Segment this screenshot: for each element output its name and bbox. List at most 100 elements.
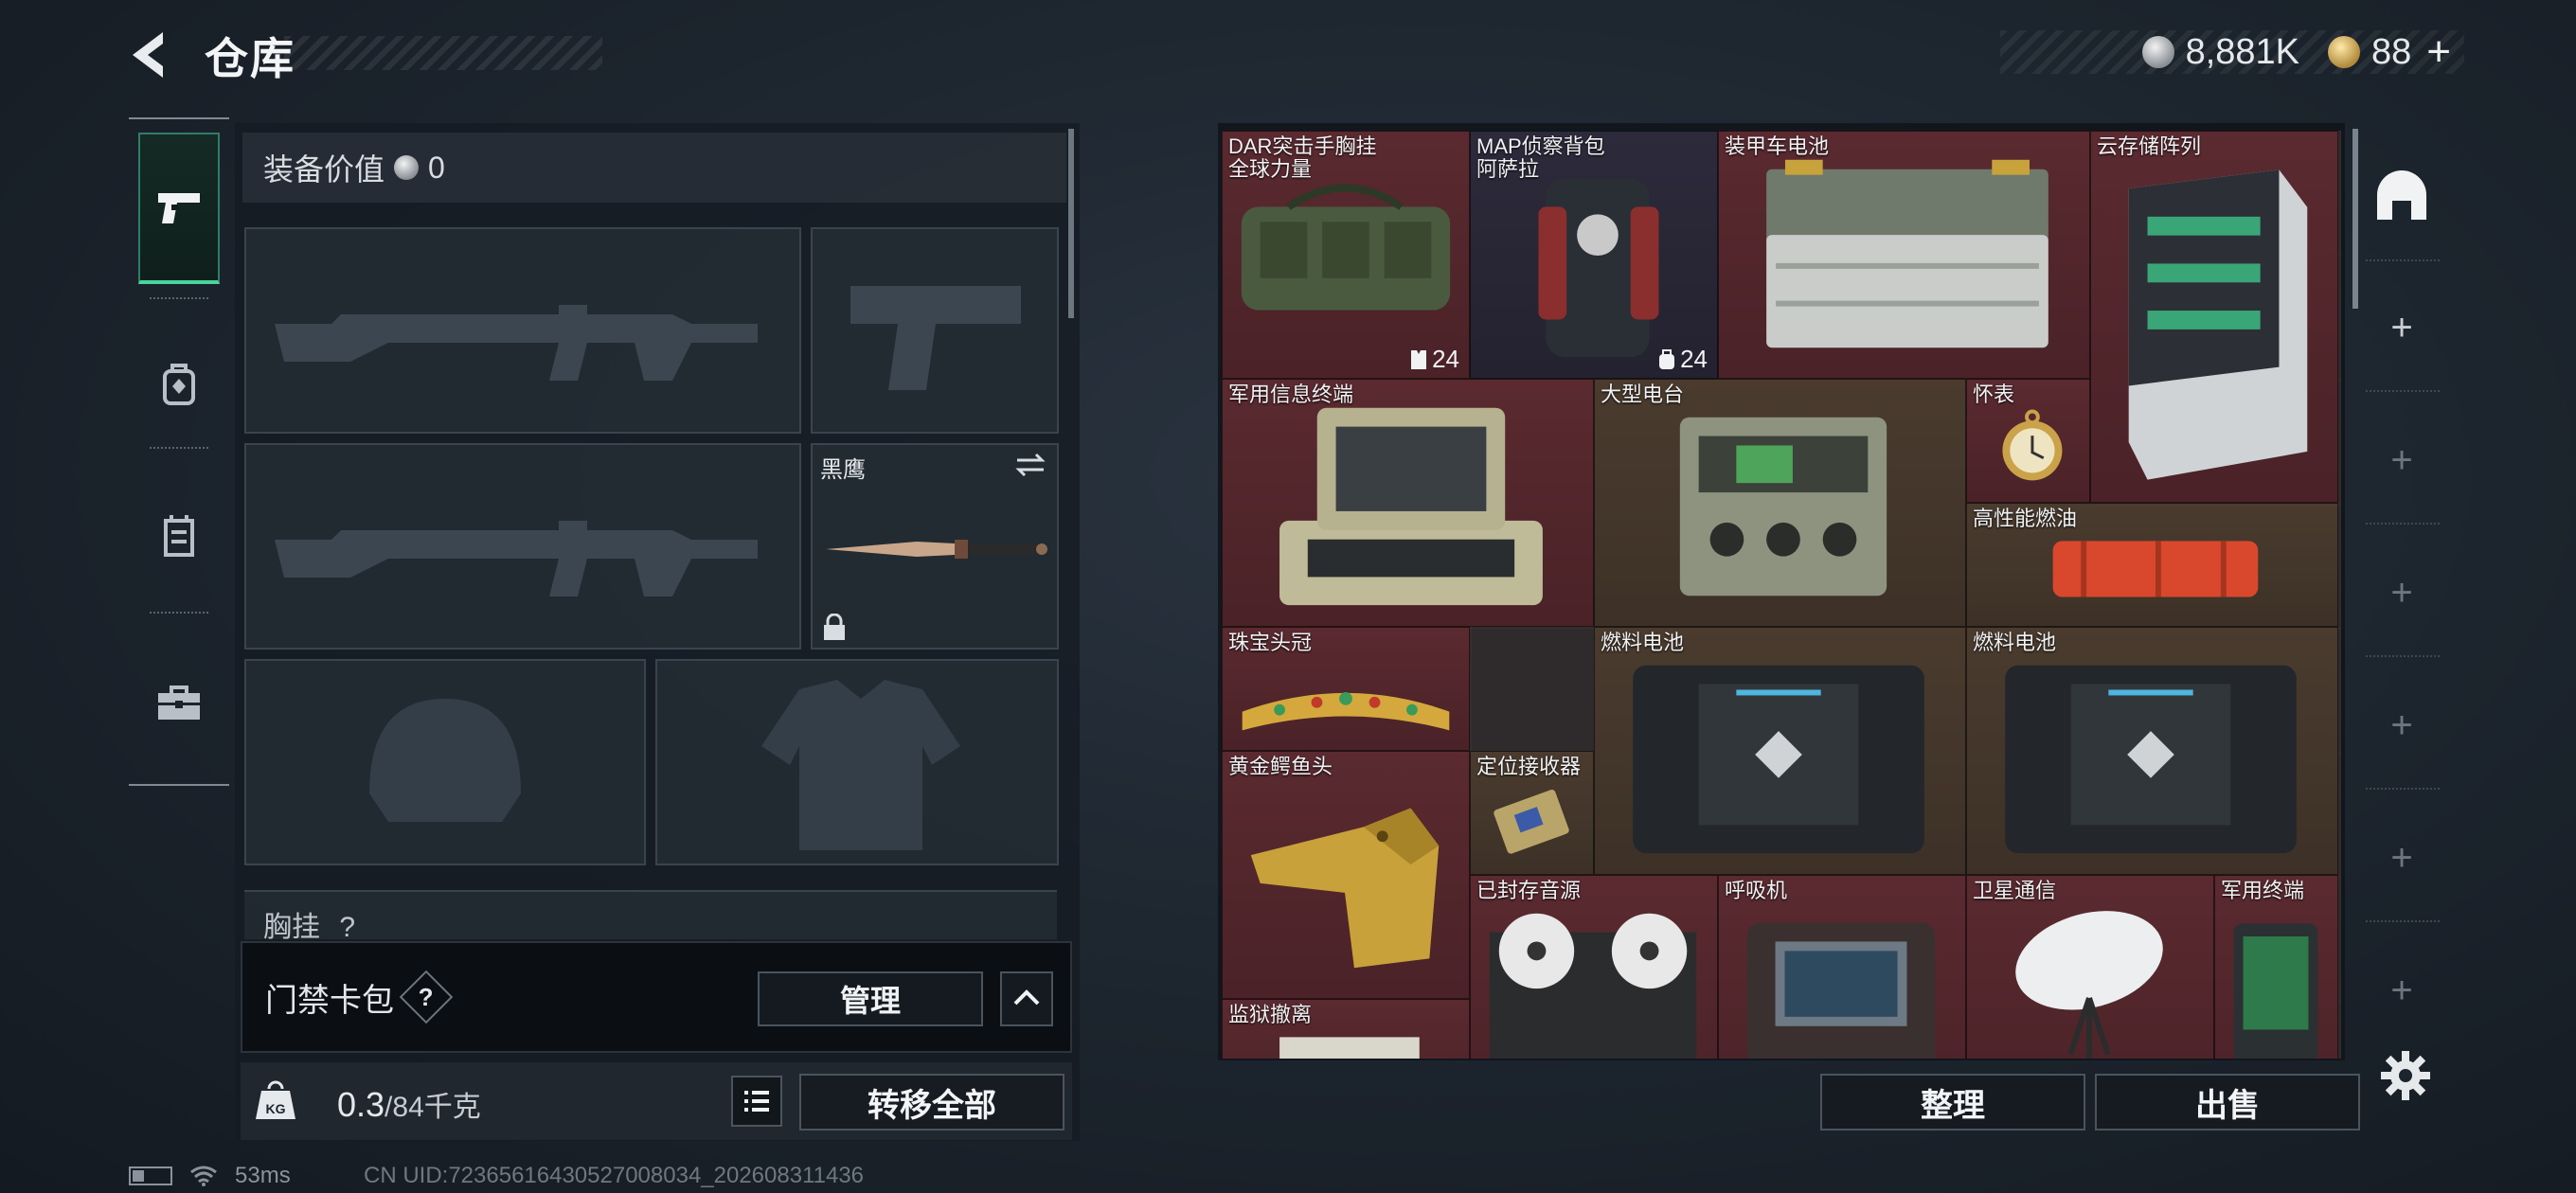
transfer-all-button[interactable]: 转移全部: [799, 1074, 1064, 1131]
weight-max: /84千克: [385, 1092, 481, 1123]
item-pocket-watch[interactable]: 怀表: [1966, 379, 2090, 503]
tab-weapons[interactable]: [138, 133, 220, 284]
weight-current: 0.3: [337, 1085, 385, 1124]
item-map-recon-backpack[interactable]: MAP侦察背包 阿萨拉 24: [1470, 131, 1718, 379]
fuel-cell-image: [2005, 665, 2297, 854]
svg-text:KG: KG: [266, 1101, 286, 1116]
add-storage-tab-button[interactable]: +: [2373, 829, 2430, 886]
user-uid: CN UID:72365616430527008034_202608311436: [364, 1163, 865, 1188]
equip-value-label: 装备价值: [263, 152, 385, 187]
vest-icon: [1411, 349, 1427, 369]
sell-button[interactable]: 出售: [2095, 1074, 2360, 1131]
item-large-radio[interactable]: 大型电台: [1594, 379, 1966, 627]
melee-weapon-slot[interactable]: 黑鹰: [811, 443, 1059, 650]
item-jewel-crown[interactable]: 珠宝头冠: [1222, 627, 1470, 751]
item-ventilator[interactable]: 呼吸机: [1718, 875, 1966, 1059]
currency-bar: 8,881K 88 +: [2000, 28, 2464, 76]
primary-weapon-slot-1[interactable]: [244, 227, 801, 434]
warehouse-scrollbar[interactable]: [2352, 129, 2358, 309]
item-dar-chest-rig[interactable]: DAR突击手胸挂 全球力量 24: [1222, 131, 1470, 379]
fuel-cell-image: [1633, 665, 1924, 854]
rifle-silhouette-icon: [275, 305, 758, 381]
pistol-icon: [158, 193, 200, 223]
vest-icon: [164, 515, 194, 557]
item-satellite-communication[interactable]: 卫星通信: [1966, 875, 2214, 1059]
silver-coin-icon: [2141, 36, 2174, 68]
list-icon: [744, 1091, 769, 1112]
add-storage-tab-button[interactable]: +: [2373, 299, 2430, 356]
title-decoration: [284, 36, 602, 70]
wifi-icon: [190, 1166, 217, 1186]
satellite-dish-image: [2015, 911, 2163, 1059]
page-title: 仓库: [205, 34, 295, 83]
helmet-slot[interactable]: [244, 659, 646, 865]
back-button[interactable]: [125, 28, 172, 81]
item-fuel-cell-2[interactable]: 燃料电池: [1966, 627, 2338, 875]
chest-rig-slot-row[interactable]: 胸挂 ?: [244, 890, 1057, 943]
handheld-terminal-image: [2233, 923, 2318, 1059]
category-tab-rail: [129, 117, 229, 786]
chest-rig-label: 胸挂: [263, 912, 320, 943]
item-military-terminal[interactable]: 军用终端: [2214, 875, 2338, 1059]
knife-icon: [826, 540, 1047, 559]
ventilator-image: [1746, 922, 1936, 1059]
warehouse-icon: [2377, 170, 2426, 220]
item-positioning-receiver[interactable]: 定位接收器: [1470, 751, 1594, 875]
secondary-weapon-slot[interactable]: [811, 227, 1059, 434]
equip-value: 0: [428, 150, 445, 185]
tab-vest[interactable]: [138, 460, 220, 612]
item-fuel-cell-1[interactable]: 燃料电池: [1594, 627, 1966, 875]
tab-backpack[interactable]: [138, 309, 220, 460]
add-storage-tab-button[interactable]: +: [2373, 432, 2430, 489]
armor-slot[interactable]: [655, 659, 1059, 865]
item-prison-evac[interactable]: 监狱撤离: [1222, 999, 1470, 1059]
help-icon[interactable]: ?: [399, 970, 454, 1024]
battery-icon: [129, 1166, 172, 1185]
add-storage-tab-button[interactable]: +: [2373, 564, 2430, 621]
add-currency-button[interactable]: +: [2426, 28, 2451, 76]
list-view-button[interactable]: [731, 1076, 782, 1127]
briefcase-icon: [158, 686, 200, 720]
loadout-scrollbar[interactable]: [1068, 129, 1074, 318]
melee-slot-label: 黑鹰: [820, 457, 866, 483]
keycard-label: 门禁卡包: [265, 982, 394, 1019]
chevron-left-icon: [133, 32, 163, 78]
backpack-icon: [1659, 348, 1675, 369]
storage-array-image: [2128, 169, 2308, 480]
item-armored-vehicle-battery[interactable]: 装甲车电池: [1718, 131, 2090, 379]
terminal-image: [1279, 407, 1543, 606]
rifle-silhouette-icon: [275, 521, 758, 596]
item-golden-crocodile-head[interactable]: 黄金鳄鱼头: [1222, 751, 1470, 999]
tab-briefcase[interactable]: [138, 627, 220, 778]
warehouse-tab-home[interactable]: [2373, 167, 2430, 223]
swap-icon[interactable]: [1013, 451, 1047, 479]
sort-button[interactable]: 整理: [1820, 1074, 2085, 1131]
item-sealed-audio-source[interactable]: 已封存音源: [1470, 875, 1718, 1059]
chest-help-icon[interactable]: ?: [339, 912, 355, 943]
backpack-icon: [163, 364, 195, 405]
helmet-silhouette-icon: [369, 699, 521, 822]
item-military-info-terminal[interactable]: 军用信息终端: [1222, 379, 1594, 627]
lock-icon: [824, 614, 845, 640]
radio-image: [1679, 417, 1887, 596]
warehouse-grid: DAR突击手胸挂 全球力量 24 MAP侦察背包 阿萨拉 24 装甲车电池 云存…: [1222, 131, 2341, 1059]
silver-coin-icon: [394, 155, 420, 180]
gold-balance: 88: [2371, 31, 2412, 72]
battery-image: [1766, 159, 2048, 348]
weight-kg-icon: KG: [252, 1077, 299, 1125]
reel-recorder-image: [1489, 913, 1697, 1059]
gear-icon: [2381, 1051, 2430, 1100]
settings-button[interactable]: [2379, 1049, 2432, 1102]
primary-weapon-slot-2[interactable]: [244, 443, 801, 650]
add-storage-tab-button[interactable]: +: [2373, 962, 2430, 1019]
crocodile-head-image: [1250, 808, 1440, 969]
pistol-silhouette-icon: [850, 286, 1021, 390]
gold-coin-icon: [2328, 36, 2361, 68]
equip-value-bar: 装备价值 0: [242, 133, 1066, 203]
manage-button[interactable]: 管理: [758, 971, 983, 1026]
item-high-performance-fuel[interactable]: 高性能燃油: [1966, 503, 2338, 627]
add-storage-tab-button[interactable]: +: [2373, 697, 2430, 754]
item-cloud-storage-array[interactable]: 云存储阵列: [2090, 131, 2338, 503]
silver-balance: 8,881K: [2185, 31, 2300, 72]
expand-button[interactable]: [1000, 971, 1053, 1026]
